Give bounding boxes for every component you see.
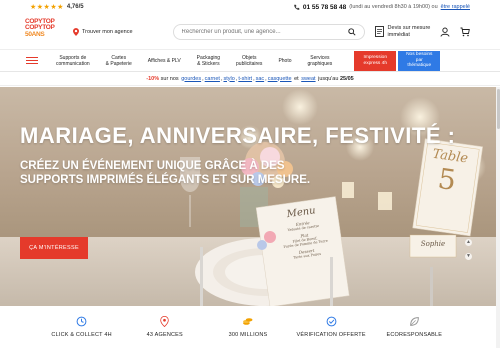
- location-icon: [160, 316, 169, 327]
- nav-item-cartes[interactable]: Cartes & Papeterie: [98, 55, 140, 67]
- check-badge-icon: [326, 316, 337, 327]
- menu-burger-icon[interactable]: [26, 56, 38, 66]
- hero-title: MARIAGE, ANNIVERSAIRE, FESTIVITÉ :: [20, 123, 456, 148]
- feature-click-collect: CLICK & COLLECT 4H: [47, 316, 117, 338]
- feature-label: 43 AGENCES: [146, 332, 183, 338]
- promo-link-sac[interactable]: sac: [256, 76, 265, 82]
- quote-line2: immédiat: [387, 31, 410, 38]
- feature-label: ECORESPONSABLE: [386, 332, 443, 338]
- nav-item-supports[interactable]: Supports de communication: [48, 55, 98, 67]
- slider-next-icon[interactable]: ▼: [465, 253, 472, 260]
- callback-link[interactable]: être rappelé: [441, 4, 470, 10]
- promo-banner: -10% sur nos gourdes, carnet, stylo, t-s…: [0, 72, 500, 86]
- promo-link-casquette[interactable]: casquette: [268, 76, 292, 82]
- site-header: COPYTOP COPYTOP 50ANS Trouver mon agence…: [0, 14, 500, 50]
- find-agency-label: Trouver mon agence: [82, 28, 133, 35]
- promo-link-sweat[interactable]: sweat: [301, 76, 315, 82]
- promo-post: jusqu'au: [318, 75, 339, 82]
- feature-eco: ECORESPONSABLE: [379, 316, 449, 338]
- rating-stars-icon: ★★★★★: [30, 4, 64, 11]
- quote-line1: Devis sur mesure: [387, 25, 431, 31]
- promo-link-gourdes[interactable]: gourdes: [181, 76, 201, 82]
- top-bar: ★★★★★ 4,76/5 01 55 78 58 48 (lundi au ve…: [0, 0, 500, 14]
- feature-millions: 300 MILLIONS: [213, 316, 283, 338]
- phone-number[interactable]: 01 55 78 58 48: [303, 4, 346, 11]
- quote-link[interactable]: Devis sur mesure immédiat: [374, 25, 431, 38]
- feature-label: VÉRIFICATION OFFERTE: [296, 332, 366, 338]
- promo-pre: sur nos: [160, 75, 179, 82]
- main-nav: Supports de communication Cartes & Papeter…: [0, 50, 500, 72]
- search-input[interactable]: [181, 28, 348, 35]
- logo[interactable]: COPYTOP COPYTOP 50ANS: [25, 18, 59, 45]
- rating-value: 4,76/5: [66, 4, 84, 10]
- features-bar: CLICK & COLLECT 4H 43 AGENCES 300 MILLIO…: [0, 306, 496, 348]
- promo-link-carnet[interactable]: carnet: [205, 76, 220, 82]
- coins-icon: [243, 318, 253, 325]
- promo-link-tshirt[interactable]: t-shirt: [238, 76, 252, 82]
- opening-hours: (lundi au vendredi 8h30 à 19h00) ou: [349, 4, 438, 10]
- cart-icon[interactable]: [460, 27, 471, 37]
- hero-wedding-image: [0, 89, 496, 306]
- slider-prev-icon[interactable]: ▲: [465, 239, 472, 246]
- nav-item-affiches[interactable]: Affiches & PLV: [140, 55, 189, 67]
- feature-label: 300 MILLIONS: [228, 332, 268, 338]
- menu-card: Menu Entrée Velouté de carotte Plat File…: [265, 202, 343, 263]
- nav-item-services[interactable]: Services graphiques: [300, 55, 341, 67]
- document-icon: [374, 26, 384, 37]
- page-scrollbar[interactable]: [496, 87, 500, 348]
- promo-link-stylo[interactable]: stylo: [223, 76, 234, 82]
- feature-agencies: 43 AGENCES: [130, 316, 200, 338]
- find-agency-link[interactable]: Trouver mon agence: [73, 27, 133, 36]
- feature-label: CLICK & COLLECT 4H: [51, 332, 112, 338]
- search-bar[interactable]: [172, 23, 365, 40]
- user-icon[interactable]: [440, 27, 450, 37]
- nav-item-objets[interactable]: Objets publicitaires: [228, 55, 270, 67]
- search-icon[interactable]: [347, 27, 356, 36]
- leaf-icon: [409, 317, 419, 326]
- nav-item-photo[interactable]: Photo: [270, 55, 299, 67]
- hero-subtitle: CRÉEZ UN ÉVÉNEMENT UNIQUE GRÂCE À DES SU…: [20, 160, 311, 186]
- nav-item-packaging[interactable]: Packaging & Stickers: [189, 55, 228, 67]
- promo-percent: -10%: [146, 75, 160, 82]
- phone-icon: [294, 4, 300, 10]
- needs-by-theme-button[interactable]: Nos besoins par thématique: [398, 50, 441, 71]
- table-card: Table 5: [419, 146, 477, 200]
- promo-date: 25/05: [339, 75, 354, 82]
- feature-verification: VÉRIFICATION OFFERTE: [296, 316, 366, 338]
- interested-button[interactable]: ÇA M'INTÉRESSE: [20, 237, 88, 259]
- hero-banner: MARIAGE, ANNIVERSAIRE, FESTIVITÉ : CRÉEZ…: [0, 87, 496, 306]
- location-pin-icon: [73, 27, 79, 36]
- clock-icon: [76, 316, 87, 327]
- express-print-button[interactable]: Impression express 4h: [354, 50, 397, 71]
- place-card: Sophie: [420, 240, 446, 248]
